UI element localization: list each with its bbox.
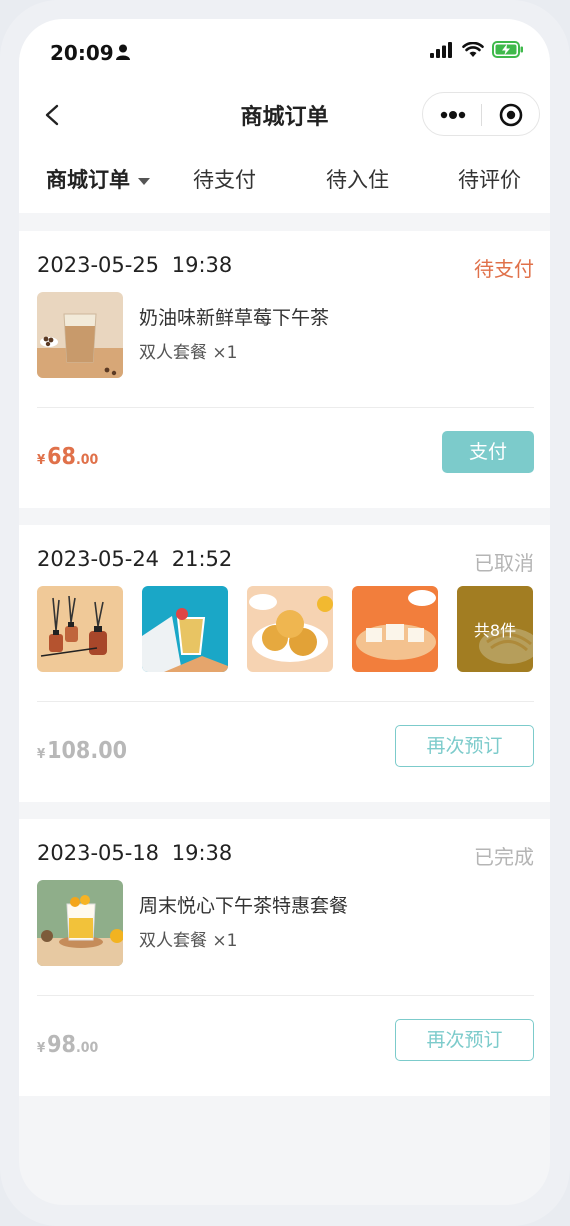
cheesecake-picture — [352, 586, 438, 672]
order-card[interactable]: 2023-05-24 21:52 已取消 共8件 ¥108.00 再次预订 — [19, 525, 550, 802]
order-card[interactable]: 2023-05-25 19:38 待支付 奶油味新鲜草莓下午茶 双人套餐 ×1 … — [19, 231, 550, 508]
product-name: 周末悦心下午茶特惠套餐 — [139, 895, 349, 917]
order-status: 已完成 — [474, 845, 534, 869]
wifi-icon — [462, 41, 484, 57]
order-date: 2023-05-18 19:38 — [37, 841, 233, 865]
price-integer: 68 — [47, 444, 76, 470]
order-card[interactable]: 2023-05-18 19:38 已完成 周末悦心下午茶特惠套餐 双人套餐 ×1… — [19, 819, 550, 1096]
tab-label: 待评价 — [458, 168, 521, 192]
card-divider — [37, 995, 534, 996]
order-price: ¥68.00 — [37, 444, 98, 470]
order-price: ¥98.00 — [37, 1032, 98, 1058]
signal-icon — [430, 41, 452, 58]
more-items-thumbnail[interactable]: 共8件 — [457, 586, 533, 672]
capsule-divider — [481, 104, 482, 126]
latte-picture — [37, 292, 123, 378]
price-integer: 98 — [47, 1032, 76, 1058]
nav-bar: 商城订单 — [19, 87, 550, 157]
product-image[interactable] — [352, 586, 438, 672]
rebook-button[interactable]: 再次预订 — [395, 1019, 534, 1061]
tab-label: 商城订单 — [46, 168, 130, 192]
product-image[interactable] — [37, 586, 123, 672]
order-date: 2023-05-25 19:38 — [37, 253, 233, 277]
product-image[interactable] — [247, 586, 333, 672]
phone-frame: 20:09 商城订单 商城订单 待支付 待入住 待评价 2023-05-25 1… — [0, 0, 570, 1226]
battery-charging-icon — [492, 41, 523, 58]
mini-program-capsule — [422, 92, 540, 136]
order-date: 2023-05-24 21:52 — [37, 547, 233, 571]
person-icon — [116, 44, 130, 60]
product-image[interactable] — [37, 292, 123, 378]
card-divider — [37, 407, 534, 408]
price-integer: 108.00 — [47, 738, 127, 764]
product-quantity: 双人套餐 ×1 — [139, 931, 238, 951]
caret-down-icon — [138, 177, 150, 185]
tab-pending-review[interactable]: 待评价 — [458, 164, 521, 194]
product-quantity: 双人套餐 ×1 — [139, 343, 238, 363]
card-divider — [37, 701, 534, 702]
tab-pending-checkin[interactable]: 待入住 — [326, 164, 389, 194]
mango-dessert-picture — [37, 880, 123, 966]
phone-screen: 20:09 商城订单 商城订单 待支付 待入住 待评价 2023-05-25 1… — [19, 19, 550, 1205]
close-target-icon[interactable] — [498, 102, 524, 128]
iced-tea-picture — [142, 586, 228, 672]
diffuser-picture — [37, 586, 123, 672]
madeleine-picture — [247, 586, 333, 672]
order-tabs: 商城订单 待支付 待入住 待评价 — [19, 157, 550, 213]
price-decimal: .00 — [75, 452, 99, 468]
price-currency: ¥ — [37, 747, 46, 762]
status-indicators — [430, 41, 524, 58]
product-image[interactable] — [37, 880, 123, 966]
more-icon[interactable] — [439, 107, 467, 123]
rebook-button[interactable]: 再次预订 — [395, 725, 534, 767]
more-items-count: 共8件 — [457, 586, 533, 672]
product-name: 奶油味新鲜草莓下午茶 — [139, 307, 330, 329]
order-status: 待支付 — [474, 257, 534, 281]
product-image[interactable] — [142, 586, 228, 672]
price-currency: ¥ — [37, 1041, 46, 1056]
tab-mall-orders[interactable]: 商城订单 — [46, 164, 150, 194]
pay-button[interactable]: 支付 — [442, 431, 534, 473]
status-time: 20:09 — [50, 41, 114, 65]
tab-pending-payment[interactable]: 待支付 — [193, 164, 256, 194]
order-price: ¥108.00 — [37, 738, 127, 764]
tab-label: 待支付 — [193, 168, 256, 192]
price-decimal: .00 — [75, 1040, 99, 1056]
status-bar: 20:09 — [19, 19, 550, 87]
tab-label: 待入住 — [326, 168, 389, 192]
order-status: 已取消 — [474, 551, 534, 575]
price-currency: ¥ — [37, 453, 46, 468]
